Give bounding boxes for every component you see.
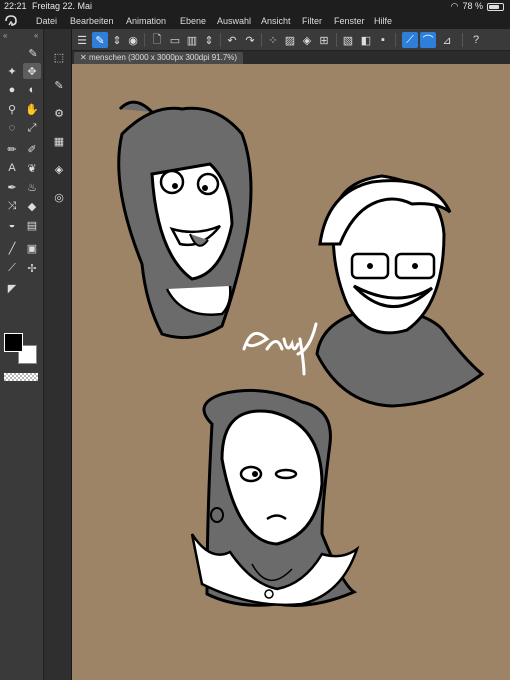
- export-icon[interactable]: ⇕: [201, 32, 217, 48]
- sub-tool-icon[interactable]: ⚙: [51, 105, 67, 121]
- brush-size-icon[interactable]: ✎: [51, 77, 67, 93]
- zoom-icon[interactable]: ⚲: [3, 101, 21, 117]
- battery-fill: [489, 4, 500, 9]
- battery-icon: [487, 2, 504, 11]
- status-bar: 22:21 Freitag 22. Mai ◠ 78 %: [0, 0, 510, 13]
- smart-viewer-icon[interactable]: ◉: [125, 32, 141, 48]
- clear-icon[interactable]: ▨: [282, 32, 298, 48]
- open-folder-icon[interactable]: ▭: [167, 32, 183, 48]
- operation-tool-icon[interactable]: ◐: [23, 82, 41, 98]
- snap-special-icon[interactable]: ⌒: [420, 32, 436, 48]
- app-logo-icon[interactable]: [4, 15, 18, 27]
- new-file-icon[interactable]: 🗋: [149, 32, 165, 48]
- text-tool-icon[interactable]: A: [3, 160, 21, 176]
- battery-percent: 78 %: [462, 1, 483, 11]
- menu-ansicht[interactable]: Ansicht: [261, 13, 291, 29]
- undo-icon[interactable]: ↶: [224, 32, 240, 48]
- tool-property-icon[interactable]: ⬚: [51, 49, 67, 65]
- transparent-color-swatch[interactable]: [4, 373, 38, 381]
- character-man: [315, 174, 485, 408]
- character-girl-2: [190, 388, 360, 607]
- snap-ruler-icon[interactable]: ⟋: [402, 32, 418, 48]
- lasso-icon[interactable]: ◌: [3, 120, 21, 136]
- hand-icon[interactable]: ✋: [23, 101, 41, 117]
- bucket-icon[interactable]: ◒: [3, 217, 21, 233]
- eraser-icon[interactable]: ◆: [23, 198, 41, 214]
- correct-line-icon[interactable]: ✢: [23, 260, 41, 276]
- redo-icon[interactable]: ↷: [242, 32, 258, 48]
- fill-icon[interactable]: ◈: [299, 32, 315, 48]
- balloon-tool-icon[interactable]: ◤: [3, 280, 21, 296]
- menu-list-icon[interactable]: ☰: [74, 32, 90, 48]
- frame-tool-icon[interactable]: ▣: [23, 240, 41, 256]
- menu-bar: Datei Bearbeiten Animation Ebene Auswahl…: [0, 13, 510, 29]
- show-area-icon[interactable]: ◧: [358, 32, 374, 48]
- main-color-swatch[interactable]: [4, 333, 23, 352]
- artist-signature: [242, 322, 318, 376]
- transform-icon[interactable]: ⊞: [316, 32, 332, 48]
- hide-outside-icon[interactable]: ▧: [340, 32, 356, 48]
- sub-palette-bar: ⬚ ✎ ⚙ ▦ ◈ ◎: [45, 29, 72, 680]
- wifi-icon: ◠: [450, 1, 459, 11]
- up-down-icon[interactable]: ⇕: [109, 32, 125, 48]
- airbrush-icon[interactable]: ✒: [3, 179, 21, 195]
- tool-palette: « « ✎ ✦ ✥ ● ◐ ⚲ ✋ ◌ ⤢ ✏ ✐ A ❦ ✒ ♨ ⤨ ◆ ◒ …: [0, 29, 44, 680]
- document-tab-bar: ✕ menschen (3000 x 3000px 300dpi 91.7%): [72, 51, 510, 64]
- fill-drop-icon[interactable]: ●: [3, 82, 21, 98]
- pencil-icon[interactable]: ✏: [3, 141, 21, 157]
- magic-tool-icon[interactable]: ✦: [3, 63, 21, 79]
- decoration-icon[interactable]: ❦: [23, 160, 41, 176]
- command-bar: ☰ ✎ ⇕ ◉ 🗋 ▭ ▥ ⇕ ↶ ↷ ⁘ ▨ ◈ ⊞ ▧ ◧ ▪ ⟋ ⌒ ⊿ …: [72, 29, 510, 51]
- artwork: [117, 100, 485, 607]
- navigator-icon[interactable]: ▦: [51, 133, 67, 149]
- menu-hilfe[interactable]: Hilfe: [374, 13, 392, 29]
- vector-icon[interactable]: ⤨: [3, 198, 21, 214]
- menu-fenster[interactable]: Fenster: [334, 13, 365, 29]
- blend-icon[interactable]: ♨: [23, 179, 41, 195]
- save-icon[interactable]: ▥: [184, 32, 200, 48]
- menu-bearbeiten[interactable]: Bearbeiten: [70, 13, 114, 29]
- brush-icon[interactable]: ✐: [23, 141, 41, 157]
- move-tool-icon[interactable]: ✥: [23, 63, 41, 79]
- document-tab[interactable]: ✕ menschen (3000 x 3000px 300dpi 91.7%): [74, 52, 244, 64]
- status-date: Freitag 22. Mai: [32, 1, 93, 11]
- menu-ebene[interactable]: Ebene: [180, 13, 206, 29]
- color-wheel-icon[interactable]: ◎: [51, 189, 67, 205]
- gradient-icon[interactable]: ▤: [23, 217, 41, 233]
- edit-mode-icon[interactable]: ✎: [92, 32, 108, 48]
- status-time: 22:21: [4, 1, 27, 11]
- ruler-tool-icon[interactable]: ⟋: [3, 260, 21, 276]
- menu-datei[interactable]: Datei: [36, 13, 57, 29]
- collapse-left-icon[interactable]: «: [3, 31, 7, 40]
- collapse-right-icon[interactable]: «: [34, 31, 38, 40]
- tab-close-icon[interactable]: ✕: [80, 53, 89, 62]
- menu-animation[interactable]: Animation: [126, 13, 166, 29]
- status-right: ◠ 78 %: [451, 0, 504, 13]
- deselect-icon[interactable]: ⁘: [265, 32, 281, 48]
- mask-icon[interactable]: ▪: [375, 32, 391, 48]
- character-girl-1: [117, 100, 253, 340]
- menu-auswahl[interactable]: Auswahl: [217, 13, 251, 29]
- layers-icon[interactable]: ◈: [51, 161, 67, 177]
- eyedropper-icon[interactable]: ⤢: [23, 120, 41, 136]
- snap-grid-icon[interactable]: ⊿: [439, 32, 455, 48]
- drawing-canvas[interactable]: [72, 64, 510, 680]
- help-icon[interactable]: ?: [468, 32, 484, 48]
- line-tool-icon[interactable]: ╱: [3, 240, 21, 256]
- pen-tool-icon[interactable]: ✎: [24, 45, 42, 61]
- menu-filter[interactable]: Filter: [302, 13, 322, 29]
- tab-title: menschen (3000 x 3000px 300dpi 91.7%): [88, 53, 238, 62]
